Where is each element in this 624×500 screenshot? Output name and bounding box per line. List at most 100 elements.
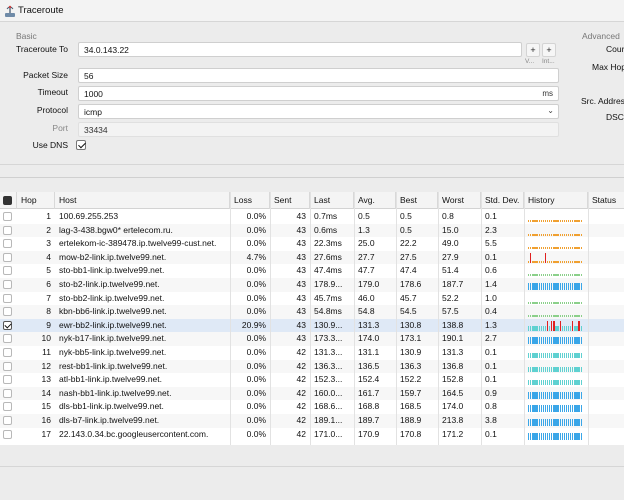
row-checkbox[interactable] — [3, 361, 12, 371]
loss-cell: 0.0% — [246, 415, 266, 425]
avg-cell: 27.7 — [358, 251, 375, 262]
col-sent[interactable]: Sent — [270, 192, 310, 209]
table-header: Hop Host Loss Sent Last Avg. Best Worst … — [0, 192, 624, 209]
row-checkbox[interactable] — [3, 239, 12, 249]
timeout-value: 1000 — [84, 89, 103, 99]
row-checkbox[interactable] — [3, 307, 12, 317]
row-checkbox[interactable] — [3, 402, 12, 412]
worst-cell: 171.2 — [442, 428, 464, 439]
col-host[interactable]: Host — [55, 192, 230, 209]
hop-cell: 3 — [46, 238, 51, 249]
row-checkbox[interactable] — [3, 375, 12, 385]
col-loss[interactable]: Loss — [230, 192, 270, 209]
row-checkbox[interactable] — [3, 212, 12, 221]
best-cell: 130.9 — [400, 347, 422, 357]
host-cell: nash-bb1-link.ip.twelve99.net. — [59, 387, 172, 398]
sent-cell: 42 — [296, 387, 306, 398]
table-row[interactable]: 3 ertelekom-ic-389478.ip.twelve99-cust.ne… — [0, 237, 624, 251]
history-sparkline — [528, 280, 582, 290]
plus-icon: + — [530, 45, 536, 55]
select-all-header[interactable] — [0, 192, 17, 209]
add-interface-button[interactable]: + — [542, 43, 556, 57]
worst-cell: 174.0 — [442, 401, 464, 412]
loss-cell: 0.0% — [246, 347, 266, 357]
select-all-checkbox[interactable] — [3, 196, 12, 205]
table-row[interactable]: 5 sto-bb1-link.ip.twelve99.net. 0.0% 43 47.4… — [0, 264, 624, 278]
table-row[interactable]: 14 nash-bb1-link.ip.twelve99.net. 0.0% 42 16… — [0, 386, 624, 401]
worst-cell: 138.8 — [442, 319, 464, 330]
col-hop[interactable]: Hop — [17, 192, 55, 209]
col-history[interactable]: History — [524, 192, 588, 209]
col-status[interactable]: Status — [588, 192, 624, 209]
sent-cell: 43 — [296, 238, 306, 249]
worst-cell: 51.4 — [442, 265, 459, 276]
best-cell: 168.5 — [400, 401, 422, 412]
stdev-cell: 1.4 — [485, 279, 497, 289]
avg-cell: 25.0 — [358, 238, 375, 249]
traceroute-app-icon — [5, 5, 15, 17]
avg-cell: 136.5 — [358, 360, 380, 371]
row-checkbox[interactable] — [3, 280, 12, 289]
worst-cell: 131.3 — [442, 347, 464, 357]
host-cell: 22.143.0.34.bc.googleusercontent.com. — [59, 428, 209, 439]
table-row[interactable]: 9 ewr-bb2-link.ip.twelve99.net. 20.9% 43 130… — [0, 318, 624, 333]
row-checkbox[interactable] — [3, 388, 12, 398]
row-checkbox[interactable] — [3, 429, 12, 439]
table-row[interactable]: 8 kbn-bb6-link.ip.twelve99.net. 0.0% 43 54.8… — [0, 305, 624, 319]
hop-cell: 16 — [41, 415, 51, 425]
plus-icon: + — [546, 45, 552, 55]
table-row[interactable]: 11 nyk-bb5-link.ip.twelve99.net. 0.0% 42 131… — [0, 346, 624, 360]
table-row[interactable]: 2 lag-3-438.bgw0* ertelecom.ru. 0.0% 43 0.6m… — [0, 223, 624, 238]
table-row[interactable]: 17 22.143.0.34.bc.googleusercontent.com. 0… — [0, 428, 624, 442]
table-row[interactable]: 16 dls-b7-link.ip.twelve99.net. 0.0% 42 189.… — [0, 414, 624, 428]
table-row[interactable]: 13 atl-bb1-link.ip.twelve99.net. 0.0% 42 152… — [0, 373, 624, 387]
stdev-cell: 0.6 — [485, 265, 497, 276]
add-target-button[interactable]: + — [526, 43, 540, 57]
table-row[interactable]: 4 mow-b2-link.ip.twelve99.net. 4.7% 43 27.6m… — [0, 250, 624, 265]
last-cell: 173.3... — [314, 333, 343, 344]
use-dns-checkbox[interactable] — [76, 140, 86, 150]
host-cell: mow-b2-link.ip.twelve99.net. — [59, 251, 167, 262]
hop-cell: 6 — [46, 279, 51, 289]
protocol-select[interactable]: icmp ⌄ — [78, 104, 559, 119]
table-row[interactable]: 6 sto-b2-link.ip.twelve99.net. 0.0% 43 178.9… — [0, 278, 624, 292]
row-checkbox[interactable] — [3, 252, 12, 262]
table-row[interactable]: 10 nyk-b17-link.ip.twelve99.net. 0.0% 43 173… — [0, 332, 624, 346]
table-row[interactable]: 7 sto-bb2-link.ip.twelve99.net. 0.0% 43 45.7… — [0, 292, 624, 306]
col-worst[interactable]: Worst — [438, 192, 481, 209]
loss-cell: 0.0% — [246, 428, 266, 439]
row-checkbox[interactable] — [3, 320, 12, 330]
last-cell: 0.6ms — [314, 224, 338, 235]
chevron-down-icon: ⌄ — [547, 106, 554, 115]
row-checkbox[interactable] — [3, 416, 12, 425]
advanced-count-label: Cour — [606, 44, 624, 54]
history-sparkline — [528, 252, 582, 263]
best-cell: 54.5 — [400, 306, 417, 317]
row-checkbox[interactable] — [3, 266, 12, 276]
row-checkbox[interactable] — [3, 225, 12, 235]
col-avg[interactable]: Avg. — [354, 192, 396, 209]
advanced-dscp-label: DSCI — [606, 112, 624, 122]
row-checkbox[interactable] — [3, 348, 12, 357]
timeout-input[interactable]: 1000 ms — [78, 86, 559, 101]
table-row[interactable]: 1 100.69.255.253 0.0% 43 0.7ms 0.5 0.5 0.8 0.1 — [0, 210, 624, 224]
row-checkbox[interactable] — [3, 293, 12, 303]
col-last[interactable]: Last — [310, 192, 354, 209]
packet-size-input[interactable]: 56 — [78, 68, 559, 83]
table-row[interactable]: 15 dls-bb1-link.ip.twelve99.net. 0.0% 42 168… — [0, 400, 624, 414]
hop-cell: 13 — [41, 374, 51, 385]
target-input[interactable]: 34.0.143.22 — [78, 42, 522, 57]
table-row[interactable]: 12 rest-bb1-link.ip.twelve99.net. 0.0% 42 13… — [0, 359, 624, 374]
worst-cell: 213.8 — [442, 415, 464, 425]
hop-cell: 5 — [46, 265, 51, 276]
best-cell: 178.6 — [400, 279, 422, 289]
hop-cell: 8 — [46, 306, 51, 317]
col-best[interactable]: Best — [396, 192, 438, 209]
avg-cell: 168.8 — [358, 401, 380, 412]
history-sparkline — [528, 266, 582, 277]
col-stdev[interactable]: Std. Dev. — [481, 192, 524, 209]
bottom-bar — [0, 466, 624, 500]
advanced-src-address-label: Src. Addres — [581, 96, 624, 106]
loss-cell: 0.0% — [246, 292, 266, 303]
row-checkbox[interactable] — [3, 334, 12, 344]
